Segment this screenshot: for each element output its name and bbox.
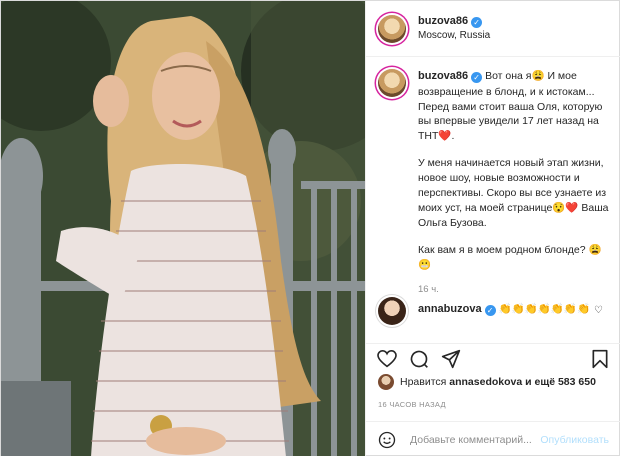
publish-button[interactable]: Опубликовать [540,434,609,446]
save-bookmark-icon[interactable] [589,348,611,370]
likes-summary: Нравится annasedokova и ещё 583 650 [378,374,609,390]
author-username[interactable]: buzova86 [418,15,468,27]
likes-count[interactable]: и ещё 583 650 [525,376,596,388]
instagram-post: buzova86 ✓ Moscow, Russia buzova86 ✓ Вот о… [0,0,620,456]
comment-input[interactable]: Добавьте комментарий... [410,434,540,446]
post-header: buzova86 ✓ Moscow, Russia [366,1,620,57]
likes-prefix: Нравится [400,376,447,388]
author-avatar[interactable] [378,14,406,43]
share-paper-plane-icon[interactable] [440,348,462,370]
post-timestamp[interactable]: 16 ЧАСОВ НАЗАД [378,400,446,409]
comment-bubble-icon[interactable] [408,348,430,370]
commenter-username[interactable]: annabuzova [418,303,482,315]
comment-like-heart-icon[interactable]: ♡ [594,305,603,316]
like-heart-icon[interactable] [376,348,398,370]
verified-badge-icon: ✓ [484,305,496,316]
caption-avatar[interactable] [378,69,406,97]
comment-item: annabuzova ✓ 👏👏👏👏👏👏👏 ♡ [366,297,620,325]
photo-illustration [1,1,365,456]
post-photo[interactable] [1,1,365,456]
comment-text: 👏👏👏👏👏👏👏 [498,303,591,315]
liker-avatar[interactable] [378,374,394,390]
action-bar [366,344,620,374]
verified-badge-icon: ✓ [471,72,483,83]
caption-username[interactable]: buzova86 [418,70,468,82]
emoji-smile-icon[interactable] [378,431,396,449]
commenter-avatar[interactable] [378,297,406,325]
comments-section[interactable]: buzova86 ✓ Вот она я😩 И мое возвращение в… [366,57,620,344]
verified-badge-icon: ✓ [471,17,483,29]
post-side-panel: buzova86 ✓ Moscow, Russia buzova86 ✓ Вот о… [365,1,620,456]
caption: buzova86 ✓ Вот она я😩 И мое возвращение в… [366,57,620,296]
post-location[interactable]: Moscow, Russia [418,29,490,43]
liker-username[interactable]: annasedokova [449,376,522,388]
add-comment-bar: Добавьте комментарий... Опубликовать [366,421,620,456]
caption-text-2: У меня начинается новый этап жизни, ново… [418,157,609,229]
caption-text-3: Как вам я в моем родном блонде? 😩😬 [418,243,602,271]
caption-time[interactable]: 16 ч. [418,283,609,296]
